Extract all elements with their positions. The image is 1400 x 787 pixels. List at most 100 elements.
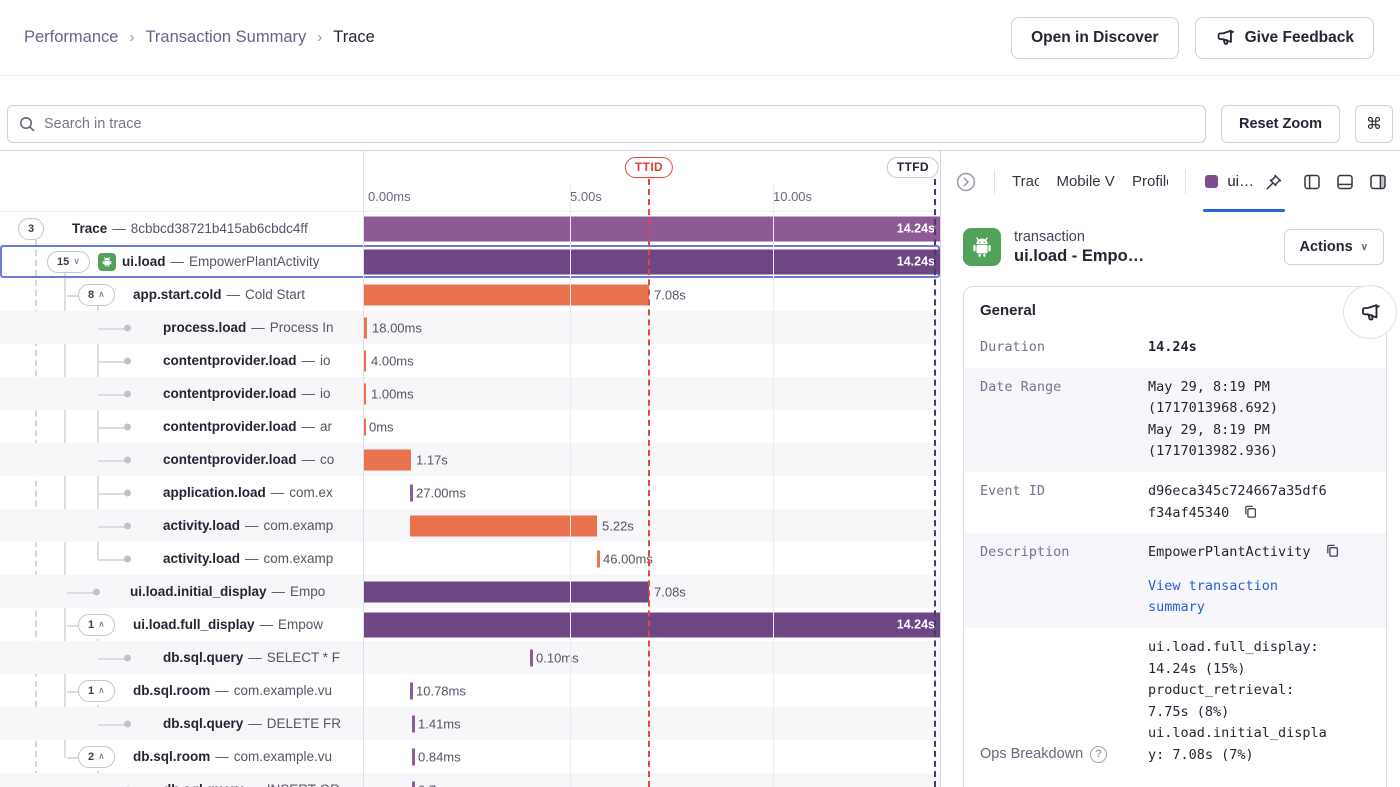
span-label: ui.load.initial_display—Empo <box>130 575 325 608</box>
copy-icon[interactable] <box>1243 504 1258 519</box>
trace-row[interactable]: 1∧db.sql.room—com.example.vu10.78ms <box>0 674 940 707</box>
tabs-divider <box>994 170 995 194</box>
search-input[interactable] <box>7 105 1206 143</box>
span-bar[interactable] <box>363 581 649 602</box>
trace-row[interactable]: db.sql.query—INSERT OR0.7 <box>0 773 940 787</box>
span-tick[interactable] <box>412 748 415 765</box>
span-count-pill[interactable]: 3 <box>18 218 44 240</box>
trace-row[interactable]: contentprovider.load—io1.00ms <box>0 377 940 410</box>
trace-row[interactable]: 3Trace—8cbbcd38721b415ab6cbdc4ff14.24s <box>0 212 940 245</box>
drawer-layout-controls <box>1302 172 1388 192</box>
span-bar[interactable]: 14.24s <box>363 216 940 241</box>
duration-label: 7.08s <box>654 287 686 302</box>
actions-button[interactable]: Actions ∨ <box>1284 229 1385 265</box>
span-count-pill[interactable]: 2∧ <box>78 746 115 768</box>
feedback-float-button[interactable] <box>1343 285 1397 339</box>
pin-tab-icon[interactable] <box>1263 172 1283 192</box>
trace-row[interactable]: 15∨ui.load—EmpowerPlantActivity14.24s <box>0 245 940 278</box>
breadcrumb-performance[interactable]: Performance <box>24 28 118 47</box>
span-count-pill[interactable]: 1∧ <box>78 680 115 702</box>
ops-breakdown-label: Ops Breakdown <box>980 743 1083 766</box>
header-actions: Open in Discover Give Feedback <box>1011 17 1374 59</box>
trace-row[interactable]: process.load—Process In18.00ms <box>0 311 940 344</box>
separator: — <box>248 716 262 731</box>
span-count-pill[interactable]: 1∧ <box>78 614 115 636</box>
span-label: db.sql.room—com.example.vu <box>133 740 332 773</box>
help-icon[interactable]: ? <box>1090 746 1107 763</box>
time-tick-0: 0.00ms <box>368 189 411 204</box>
span-tick[interactable] <box>597 550 600 567</box>
trace-row[interactable]: 1∧ui.load.full_display—Empow14.24s <box>0 608 940 641</box>
trace-row[interactable]: ui.load.initial_display—Empo7.08s <box>0 575 940 608</box>
tab-trace[interactable]: Trace <box>1012 173 1039 190</box>
span-bar[interactable]: 14.24s <box>363 612 940 637</box>
trace-row[interactable]: activity.load—com.examp5.22s <box>0 509 940 542</box>
ops-line: 14.24s (15%) <box>1148 659 1327 681</box>
tab-ui-load-active[interactable]: ui… <box>1203 151 1285 212</box>
span-tick[interactable] <box>410 484 413 501</box>
span-bar[interactable] <box>363 284 649 305</box>
trace-row[interactable]: db.sql.query—DELETE FR1.41ms <box>0 707 940 740</box>
tree-cell: db.sql.query—DELETE FR <box>0 707 363 740</box>
span-bar[interactable] <box>363 383 366 404</box>
span-label: activity.load—com.examp <box>163 542 333 575</box>
general-card: General Duration 14.24s Date Range May 2… <box>963 286 1387 787</box>
timeline-header: 0.00ms 5.00s 10.00s <box>0 151 940 212</box>
breadcrumb-transaction-summary[interactable]: Transaction Summary <box>145 28 306 47</box>
trace-row[interactable]: db.sql.query—SELECT * F0.10ms <box>0 641 940 674</box>
description-value: EmpowerPlantActivity View transaction su… <box>1148 542 1340 619</box>
tree-connector <box>98 328 126 330</box>
give-feedback-button[interactable]: Give Feedback <box>1195 17 1374 59</box>
open-in-discover-label: Open in Discover <box>1031 29 1158 47</box>
leaf-dot <box>124 654 131 661</box>
span-tick[interactable] <box>530 649 533 666</box>
span-tick[interactable] <box>412 715 415 732</box>
collapse-drawer-button[interactable] <box>955 171 977 193</box>
event-id-key: Event ID <box>980 481 1148 524</box>
trace-row[interactable]: contentprovider.load—co1.17s <box>0 443 940 476</box>
ops-line: ui.load.full_display: <box>1148 637 1327 659</box>
layout-right-icon[interactable] <box>1368 172 1388 192</box>
trace-row[interactable]: application.load—com.ex27.00ms <box>0 476 940 509</box>
tab-mobile-vitals[interactable]: Mobile Vit… <box>1056 173 1115 190</box>
separator: — <box>251 320 265 335</box>
span-bar[interactable] <box>363 317 367 338</box>
tree-connector <box>98 361 126 363</box>
open-in-discover-button[interactable]: Open in Discover <box>1011 17 1178 59</box>
span-label: contentprovider.load—ar <box>163 410 332 443</box>
span-tick[interactable] <box>412 781 415 787</box>
separator: — <box>215 749 229 764</box>
tree-cell: contentprovider.load—io <box>0 377 363 410</box>
trace-row[interactable]: contentprovider.load—ar 0ms <box>0 410 940 443</box>
span-tick[interactable] <box>363 418 366 435</box>
description-row: Description EmpowerPlantActivity View tr… <box>964 533 1386 628</box>
shortcuts-button[interactable]: ⌘ <box>1355 105 1393 143</box>
copy-icon[interactable] <box>1325 543 1340 558</box>
reset-zoom-button[interactable]: Reset Zoom <box>1221 105 1340 143</box>
ttid-badge[interactable]: TTID <box>625 157 673 178</box>
span-bar[interactable] <box>410 515 597 536</box>
layout-bottom-icon[interactable] <box>1335 172 1355 192</box>
duration-key: Duration <box>980 337 1148 359</box>
span-count-pill[interactable]: 15∨ <box>47 251 90 273</box>
span-bar[interactable] <box>363 350 366 371</box>
trace-row[interactable]: activity.load—com.examp46.00ms <box>0 542 940 575</box>
timeline-cell: 7.08s <box>363 278 940 311</box>
trace-row[interactable]: contentprovider.load—io4.00ms <box>0 344 940 377</box>
trace-row[interactable]: 8∧app.start.cold—Cold Start7.08s <box>0 278 940 311</box>
event-id-value: d96eca345c724667a35df6 f34af45340 <box>1148 481 1327 524</box>
duration-label: 0ms <box>369 419 394 434</box>
tab-profiles[interactable]: Profiles <box>1132 173 1168 190</box>
view-transaction-summary-link[interactable]: View transaction summary <box>1148 576 1326 619</box>
tree-cell: contentprovider.load—ar <box>0 410 363 443</box>
duration-label: 14.24s <box>897 618 935 632</box>
span-tick[interactable] <box>410 682 413 699</box>
timeline-cell: 0.10ms <box>363 641 940 674</box>
layout-left-icon[interactable] <box>1302 172 1322 192</box>
span-bar[interactable] <box>363 449 411 470</box>
ttfd-badge[interactable]: TTFD <box>887 157 939 178</box>
span-count-pill[interactable]: 8∧ <box>78 284 115 306</box>
timeline-cell: 4.00ms <box>363 344 940 377</box>
trace-row[interactable]: 2∧db.sql.room—com.example.vu0.84ms <box>0 740 940 773</box>
span-bar[interactable]: 14.24s <box>363 249 940 274</box>
